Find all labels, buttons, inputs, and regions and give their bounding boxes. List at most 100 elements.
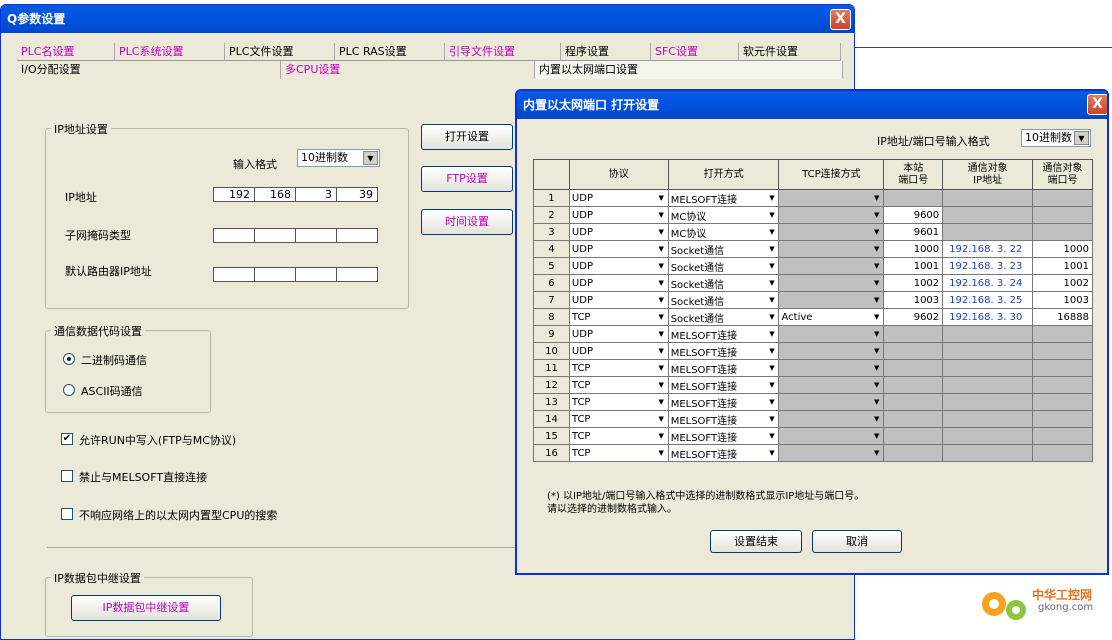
protocol-select[interactable]: UDP ▼ <box>568 206 669 224</box>
time-settings-button[interactable]: 时间设置 <box>421 209 513 235</box>
chevron-down-icon[interactable]: ▼ <box>871 243 882 255</box>
chevron-down-icon[interactable]: ▼ <box>871 192 882 204</box>
chevron-down-icon[interactable]: ▼ <box>766 447 777 459</box>
protocol-select[interactable]: UDP ▼ <box>568 189 669 207</box>
local-port-cell[interactable] <box>883 376 944 394</box>
protocol-select[interactable]: TCP ▼ <box>568 427 669 445</box>
target-port-cell[interactable] <box>1032 410 1093 428</box>
tcp-method-select[interactable]: ▼ <box>778 393 885 411</box>
target-port-cell[interactable]: 1002 <box>1032 274 1093 292</box>
tcp-method-select[interactable]: ▼ <box>778 359 885 377</box>
tab-io-assignment[interactable]: I/O分配设置 <box>17 61 281 79</box>
local-port-cell[interactable]: 9601 <box>883 223 944 241</box>
open-method-select[interactable]: MELSOFT连接 ▼ <box>667 393 780 411</box>
local-port-cell[interactable]: 1002 <box>883 274 944 292</box>
local-port-cell[interactable] <box>883 393 944 411</box>
tcp-method-select[interactable]: ▼ <box>778 376 885 394</box>
target-port-cell[interactable] <box>1032 359 1093 377</box>
target-ip-cell[interactable] <box>942 189 1034 207</box>
ip-address-input[interactable]: 192 168 3 39 <box>213 187 378 202</box>
open-method-select[interactable]: Socket通信 ▼ <box>667 274 780 292</box>
tab-plc-file[interactable]: PLC文件设置 <box>225 43 335 61</box>
gateway-input[interactable] <box>213 267 378 282</box>
target-ip-cell[interactable] <box>942 444 1034 462</box>
target-port-cell[interactable] <box>1032 444 1093 462</box>
target-port-cell[interactable]: 1003 <box>1032 291 1093 309</box>
tab-builtin-ethernet[interactable]: 内置以太网端口设置 <box>535 61 843 79</box>
chevron-down-icon[interactable]: ▼ <box>656 294 667 306</box>
tab-device[interactable]: 软元件设置 <box>739 43 841 61</box>
target-port-cell[interactable]: 16888 <box>1032 308 1093 326</box>
target-port-cell[interactable] <box>1032 393 1093 411</box>
target-ip-cell[interactable] <box>942 223 1034 241</box>
local-port-cell[interactable] <box>883 325 944 343</box>
chevron-down-icon[interactable]: ▼ <box>871 277 882 289</box>
ascii-radio[interactable] <box>63 384 75 396</box>
open-method-select[interactable]: MELSOFT连接 ▼ <box>667 427 780 445</box>
protocol-select[interactable]: TCP ▼ <box>568 359 669 377</box>
chevron-down-icon[interactable]: ▼ <box>1074 131 1089 145</box>
protocol-select[interactable]: UDP ▼ <box>568 240 669 258</box>
target-ip-cell[interactable] <box>942 393 1034 411</box>
local-port-cell[interactable]: 1003 <box>883 291 944 309</box>
local-port-cell[interactable] <box>883 189 944 207</box>
open-method-select[interactable]: MC协议 ▼ <box>667 223 780 241</box>
tcp-method-select[interactable]: ▼ <box>778 274 885 292</box>
local-port-cell[interactable]: 1001 <box>883 257 944 275</box>
tcp-method-select[interactable]: ▼ <box>778 342 885 360</box>
protocol-select[interactable]: UDP ▼ <box>568 291 669 309</box>
tcp-method-select[interactable]: ▼ <box>778 257 885 275</box>
chevron-down-icon[interactable]: ▼ <box>766 226 777 238</box>
local-port-cell[interactable]: 1000 <box>883 240 944 258</box>
chevron-down-icon[interactable]: ▼ <box>766 413 777 425</box>
chevron-down-icon[interactable]: ▼ <box>871 294 882 306</box>
chevron-down-icon[interactable]: ▼ <box>656 430 667 442</box>
chevron-down-icon[interactable]: ▼ <box>871 447 882 459</box>
target-ip-cell[interactable]: 192.168. 3. 30 <box>942 308 1034 326</box>
tcp-method-select[interactable]: ▼ <box>778 291 885 309</box>
relay-settings-button[interactable]: IP数据包中继设置 <box>71 595 221 621</box>
subnet-input[interactable] <box>213 228 378 243</box>
open-method-select[interactable]: MC协议 ▼ <box>667 206 780 224</box>
tcp-method-select[interactable]: ▼ <box>778 206 885 224</box>
chevron-down-icon[interactable]: ▼ <box>656 413 667 425</box>
chevron-down-icon[interactable]: ▼ <box>871 362 882 374</box>
chevron-down-icon[interactable]: ▼ <box>656 260 667 272</box>
chevron-down-icon[interactable]: ▼ <box>656 209 667 221</box>
protocol-select[interactable]: TCP ▼ <box>568 308 669 326</box>
tab-multi-cpu[interactable]: 多CPU设置 <box>281 61 535 79</box>
target-port-cell[interactable] <box>1032 427 1093 445</box>
open-method-select[interactable]: MELSOFT连接 ▼ <box>667 376 780 394</box>
chevron-down-icon[interactable]: ▼ <box>766 345 777 357</box>
chevron-down-icon[interactable]: ▼ <box>766 294 777 306</box>
target-ip-cell[interactable]: 192.168. 3. 23 <box>942 257 1034 275</box>
chevron-down-icon[interactable]: ▼ <box>656 243 667 255</box>
open-settings-button[interactable]: 打开设置 <box>421 124 513 150</box>
ip-octet-3[interactable]: 3 <box>296 188 337 201</box>
target-port-cell[interactable] <box>1032 223 1093 241</box>
chevron-down-icon[interactable]: ▼ <box>871 413 882 425</box>
ip-octet-1[interactable]: 192 <box>214 188 255 201</box>
local-port-cell[interactable] <box>883 427 944 445</box>
chevron-down-icon[interactable]: ▼ <box>871 260 882 272</box>
protocol-select[interactable]: TCP ▼ <box>568 410 669 428</box>
ip-octet-4[interactable]: 39 <box>337 188 377 201</box>
ftp-settings-button[interactable]: FTP设置 <box>421 166 513 192</box>
chevron-down-icon[interactable]: ▼ <box>656 345 667 357</box>
chevron-down-icon[interactable]: ▼ <box>766 362 777 374</box>
chevron-down-icon[interactable]: ▼ <box>766 192 777 204</box>
target-port-cell[interactable]: 1001 <box>1032 257 1093 275</box>
open-method-select[interactable]: Socket通信 ▼ <box>667 308 780 326</box>
target-ip-cell[interactable] <box>942 359 1034 377</box>
tcp-method-select[interactable]: ▼ <box>778 223 885 241</box>
chevron-down-icon[interactable]: ▼ <box>871 226 882 238</box>
chevron-down-icon[interactable]: ▼ <box>656 226 667 238</box>
chevron-down-icon[interactable]: ▼ <box>656 396 667 408</box>
tab-plc-ras[interactable]: PLC RAS设置 <box>335 43 445 61</box>
chevron-down-icon[interactable]: ▼ <box>871 379 882 391</box>
chevron-down-icon[interactable]: ▼ <box>766 396 777 408</box>
open-method-select[interactable]: Socket通信 ▼ <box>667 257 780 275</box>
chevron-down-icon[interactable]: ▼ <box>766 430 777 442</box>
protocol-select[interactable]: UDP ▼ <box>568 274 669 292</box>
tab-program[interactable]: 程序设置 <box>561 43 651 61</box>
